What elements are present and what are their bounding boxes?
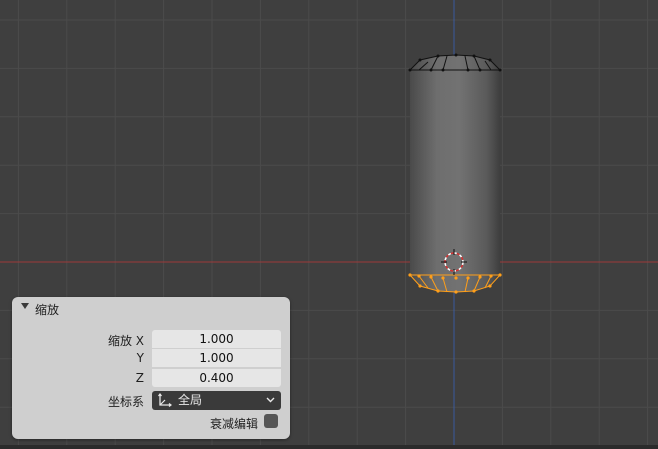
proportional-editing-label: 衰减编辑 (209, 417, 258, 431)
axis-icon (158, 393, 172, 407)
scale-x-field[interactable]: 1.000 (152, 330, 281, 348)
collapse-triangle-icon[interactable] (21, 303, 29, 309)
scale-z-label: Z (135, 371, 144, 385)
chevron-down-icon (266, 397, 275, 403)
proportional-editing-checkbox[interactable] (264, 414, 278, 428)
cylinder-body (410, 55, 500, 292)
orientation-dropdown[interactable]: 全局 (152, 391, 281, 410)
adjust-last-operation-panel[interactable]: 缩放 缩放 X 1.000 Y 1.000 Z 0.400 坐标系 全局 衰减编… (12, 297, 290, 439)
viewport-bottom-edge (0, 445, 658, 449)
scale-y-field[interactable]: 1.000 (152, 349, 281, 367)
orientation-value: 全局 (178, 393, 203, 407)
scale-y-label: Y (136, 351, 144, 365)
panel-header[interactable]: 缩放 (12, 297, 290, 321)
orientation-label: 坐标系 (107, 395, 144, 409)
scale-z-field[interactable]: 0.400 (152, 369, 281, 387)
mesh-object[interactable] (408, 53, 502, 294)
panel-title: 缩放 (35, 303, 60, 317)
scale-x-label: 缩放 X (107, 334, 144, 348)
